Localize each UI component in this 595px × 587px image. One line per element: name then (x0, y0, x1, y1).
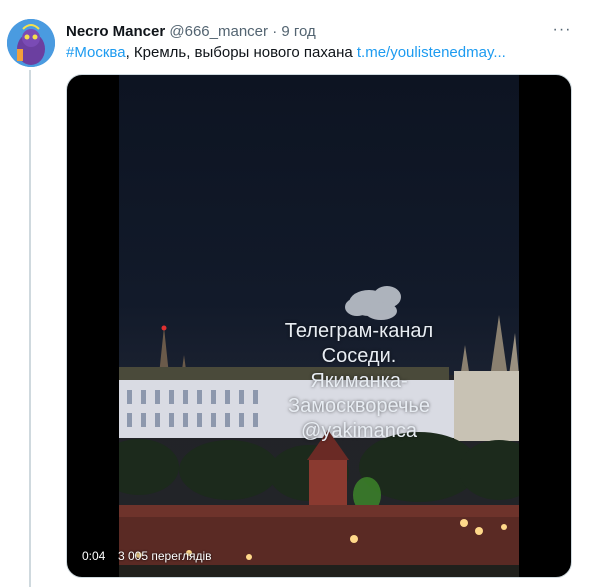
thread-line (29, 70, 31, 587)
video-frame: Телеграм-канал Соседи. Якиманка- Замоскв… (119, 75, 519, 577)
tweet-body: , Кремль, выборы нового пахана (125, 44, 357, 61)
hashtag-link[interactable]: #Москва (66, 44, 126, 61)
watermark-line: Соседи. (321, 345, 397, 367)
video-watermark: Телеграм-канал Соседи. Якиманка- Замоскв… (239, 319, 479, 444)
tweet-text: #Москва, Кремль, выборы нового пахана t.… (66, 43, 575, 63)
video-time: 0:04 (82, 549, 106, 563)
watermark-line: Замоскворечье (288, 395, 430, 417)
watermark-line: @yakimanca (301, 420, 417, 442)
display-name[interactable]: Necro Mancer (66, 23, 165, 40)
separator: · (272, 23, 278, 40)
timestamp[interactable]: 9 год (281, 23, 315, 40)
handle[interactable]: @666_mancer (169, 23, 268, 40)
watermark-line: Якиманка- (310, 370, 408, 392)
external-link[interactable]: t.me/youlistenedmay... (357, 44, 506, 61)
tweet-header: Necro Mancer @666_mancer · 9 год (66, 22, 555, 42)
video-view-count: 3 005 переглядів (118, 549, 212, 563)
avatar-image (7, 19, 55, 67)
avatar[interactable] (7, 19, 55, 67)
watermark-line: Телеграм-канал (284, 320, 434, 342)
video-player[interactable]: Телеграм-канал Соседи. Якиманка- Замоскв… (66, 74, 572, 578)
more-dots-icon[interactable]: ··· (551, 20, 573, 40)
